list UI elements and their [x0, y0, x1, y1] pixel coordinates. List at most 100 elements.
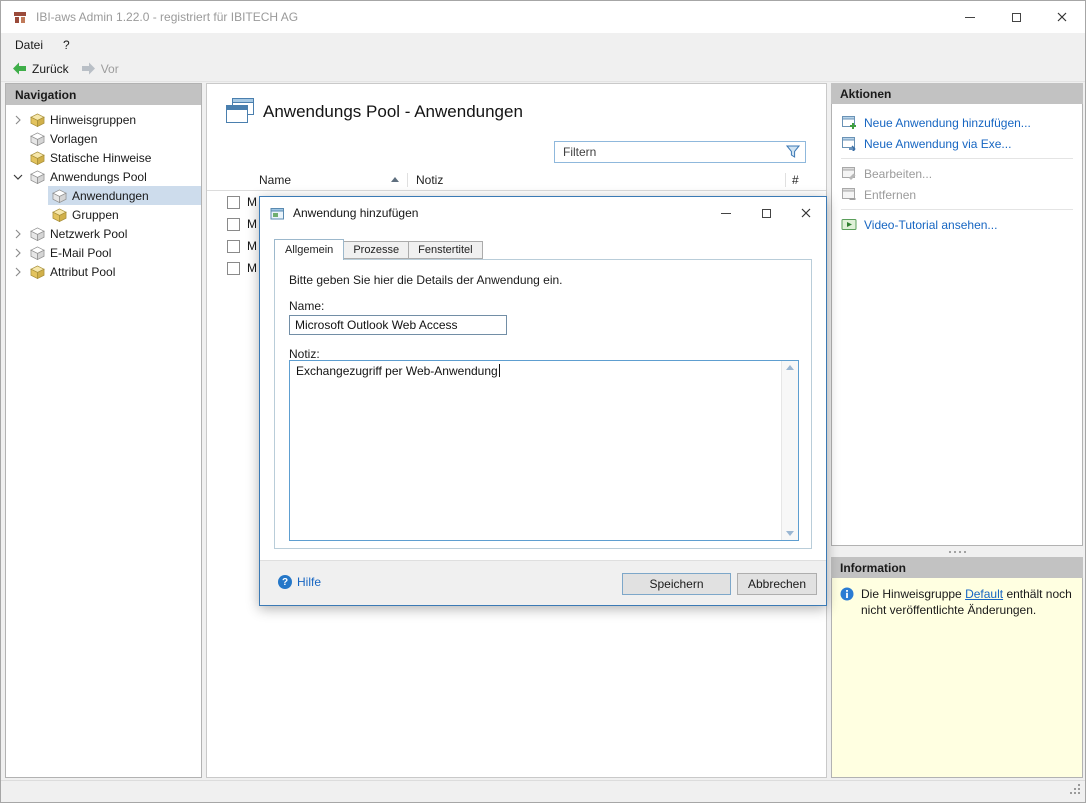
action-label: Entfernen [864, 188, 916, 202]
tab-allgemein[interactable]: Allgemein [274, 239, 344, 260]
email-pool-cube-icon [28, 246, 46, 260]
sidebar-item-anwendungen[interactable]: Anwendungen [6, 186, 201, 205]
chevron-down-icon[interactable] [10, 174, 26, 180]
dialog-tabs: Allgemein Prozesse Fenstertitel [274, 238, 483, 259]
netzwerk-pool-cube-icon [28, 227, 46, 241]
actions-header: Aktionen [831, 83, 1083, 104]
applications-window-icon [224, 97, 256, 128]
row-checkbox[interactable] [227, 262, 240, 275]
filter-input[interactable] [554, 141, 806, 163]
tab-fenstertitel[interactable]: Fenstertitel [409, 241, 482, 259]
save-button[interactable]: Speichern [622, 573, 731, 595]
close-icon [801, 208, 811, 218]
close-button[interactable] [1039, 1, 1085, 33]
menu-item-help[interactable]: ? [53, 33, 80, 56]
chevron-right-icon[interactable] [10, 248, 26, 258]
sidebar-item-label: Vorlagen [50, 132, 97, 146]
sidebar-item-email-pool[interactable]: E-Mail Pool [6, 243, 201, 262]
forward-button[interactable]: Vor [75, 56, 125, 81]
sidebar-item-anwendungs-pool[interactable]: Anwendungs Pool [6, 167, 201, 186]
minimize-icon [721, 213, 731, 214]
navigation-panel: Navigation Hinweisgruppen Vorlagen Stati… [5, 83, 202, 778]
sidebar-item-netzwerk-pool[interactable]: Netzwerk Pool [6, 224, 201, 243]
anwendungen-cube-icon [50, 189, 68, 203]
action-new-application-via-exe[interactable]: Neue Anwendung via Exe... [832, 133, 1082, 154]
scroll-up-icon[interactable] [786, 365, 794, 370]
new-application-icon [841, 115, 857, 130]
action-edit[interactable]: Bearbeiten... [832, 163, 1082, 184]
action-label: Video-Tutorial ansehen... [864, 218, 997, 232]
textarea-scrollbar[interactable] [781, 361, 798, 540]
action-label: Neue Anwendung hinzufügen... [864, 116, 1031, 130]
title-bar: IBI-aws Admin 1.22.0 - registriert für I… [1, 1, 1085, 33]
sidebar-item-hinweisgruppen[interactable]: Hinweisgruppen [6, 110, 201, 129]
action-label: Bearbeiten... [864, 167, 932, 181]
name-field[interactable] [289, 315, 507, 335]
sidebar-item-vorlagen[interactable]: Vorlagen [6, 129, 201, 148]
sidebar-item-label: Anwendungs Pool [50, 170, 147, 184]
minimize-icon [965, 17, 975, 18]
navigation-tree: Hinweisgruppen Vorlagen Statische Hinwei… [6, 105, 201, 281]
actions-panel: Neue Anwendung hinzufügen... Neue Anwend… [831, 104, 1083, 546]
minimize-button[interactable] [947, 1, 993, 33]
info-icon [840, 587, 854, 601]
row-checkbox[interactable] [227, 240, 240, 253]
information-message: Die Hinweisgruppe Default enthält noch n… [861, 586, 1074, 618]
sidebar-item-gruppen[interactable]: Gruppen [6, 205, 201, 224]
sidebar-item-label: Statische Hinweise [50, 151, 151, 165]
column-header-notiz[interactable]: Notiz [408, 173, 785, 187]
help-label: Hilfe [297, 575, 321, 589]
scroll-down-icon[interactable] [786, 531, 794, 536]
help-link[interactable]: ? Hilfe [278, 575, 321, 589]
menu-bar: Datei ? [1, 33, 1085, 56]
dialog-minimize-button[interactable] [706, 197, 746, 229]
sidebar-item-label: Anwendungen [72, 189, 149, 203]
vorlagen-cube-icon [28, 132, 46, 146]
dialog-title-bar: Anwendung hinzufügen [260, 197, 826, 229]
close-icon [1057, 12, 1067, 22]
new-application-exe-icon [841, 136, 857, 151]
tab-content-allgemein: Bitte geben Sie hier die Details der Anw… [274, 259, 812, 549]
application-window: IBI-aws Admin 1.22.0 - registriert für I… [0, 0, 1086, 803]
chevron-right-icon[interactable] [10, 229, 26, 239]
sort-ascending-icon [391, 177, 399, 182]
default-group-link[interactable]: Default [965, 587, 1003, 601]
sidebar-item-attribut-pool[interactable]: Attribut Pool [6, 262, 201, 281]
column-header-name[interactable]: Name [247, 173, 407, 187]
back-button[interactable]: Zurück [6, 56, 75, 81]
column-header-count[interactable]: # [786, 173, 826, 187]
menu-item-datei[interactable]: Datei [5, 33, 53, 56]
row-checkbox[interactable] [227, 218, 240, 231]
dialog-close-button[interactable] [786, 197, 826, 229]
forward-arrow-icon [81, 62, 96, 75]
actions-divider [841, 209, 1073, 210]
cancel-button[interactable]: Abbrechen [737, 573, 817, 595]
notiz-field-label: Notiz: [289, 347, 320, 361]
chevron-right-icon[interactable] [10, 115, 26, 125]
dialog-maximize-button[interactable] [746, 197, 786, 229]
maximize-button[interactable] [993, 1, 1039, 33]
table-header: Name Notiz # [207, 169, 826, 191]
tab-prozesse[interactable]: Prozesse [344, 241, 409, 259]
action-video-tutorial[interactable]: Video-Tutorial ansehen... [832, 214, 1082, 235]
attribut-pool-cube-icon [28, 265, 46, 279]
resize-grip[interactable] [1069, 783, 1081, 798]
status-bar [1, 780, 1085, 802]
action-new-application[interactable]: Neue Anwendung hinzufügen... [832, 112, 1082, 133]
row-checkbox[interactable] [227, 196, 240, 209]
dialog-instruction-text: Bitte geben Sie hier die Details der Anw… [289, 273, 563, 287]
sidebar-item-label: Attribut Pool [50, 265, 115, 279]
page-title: Anwendungs Pool - Anwendungen [263, 102, 523, 122]
action-remove[interactable]: Entfernen [832, 184, 1082, 205]
sidebar-item-statische-hinweise[interactable]: Statische Hinweise [6, 148, 201, 167]
navigation-toolbar: Zurück Vor [1, 56, 1085, 82]
remove-icon [841, 187, 857, 202]
forward-label: Vor [101, 62, 119, 76]
window-title: IBI-aws Admin 1.22.0 - registriert für I… [36, 10, 298, 24]
dialog-footer: ? Hilfe Speichern Abbrechen [260, 560, 826, 605]
panel-splitter[interactable] [831, 546, 1083, 557]
information-panel: Die Hinweisgruppe Default enthält noch n… [831, 578, 1083, 778]
chevron-right-icon[interactable] [10, 267, 26, 277]
add-application-dialog: Anwendung hinzufügen Allgemein Prozesse … [259, 196, 827, 606]
notiz-textarea[interactable]: Exchangezugriff per Web-Anwendung [289, 360, 799, 541]
